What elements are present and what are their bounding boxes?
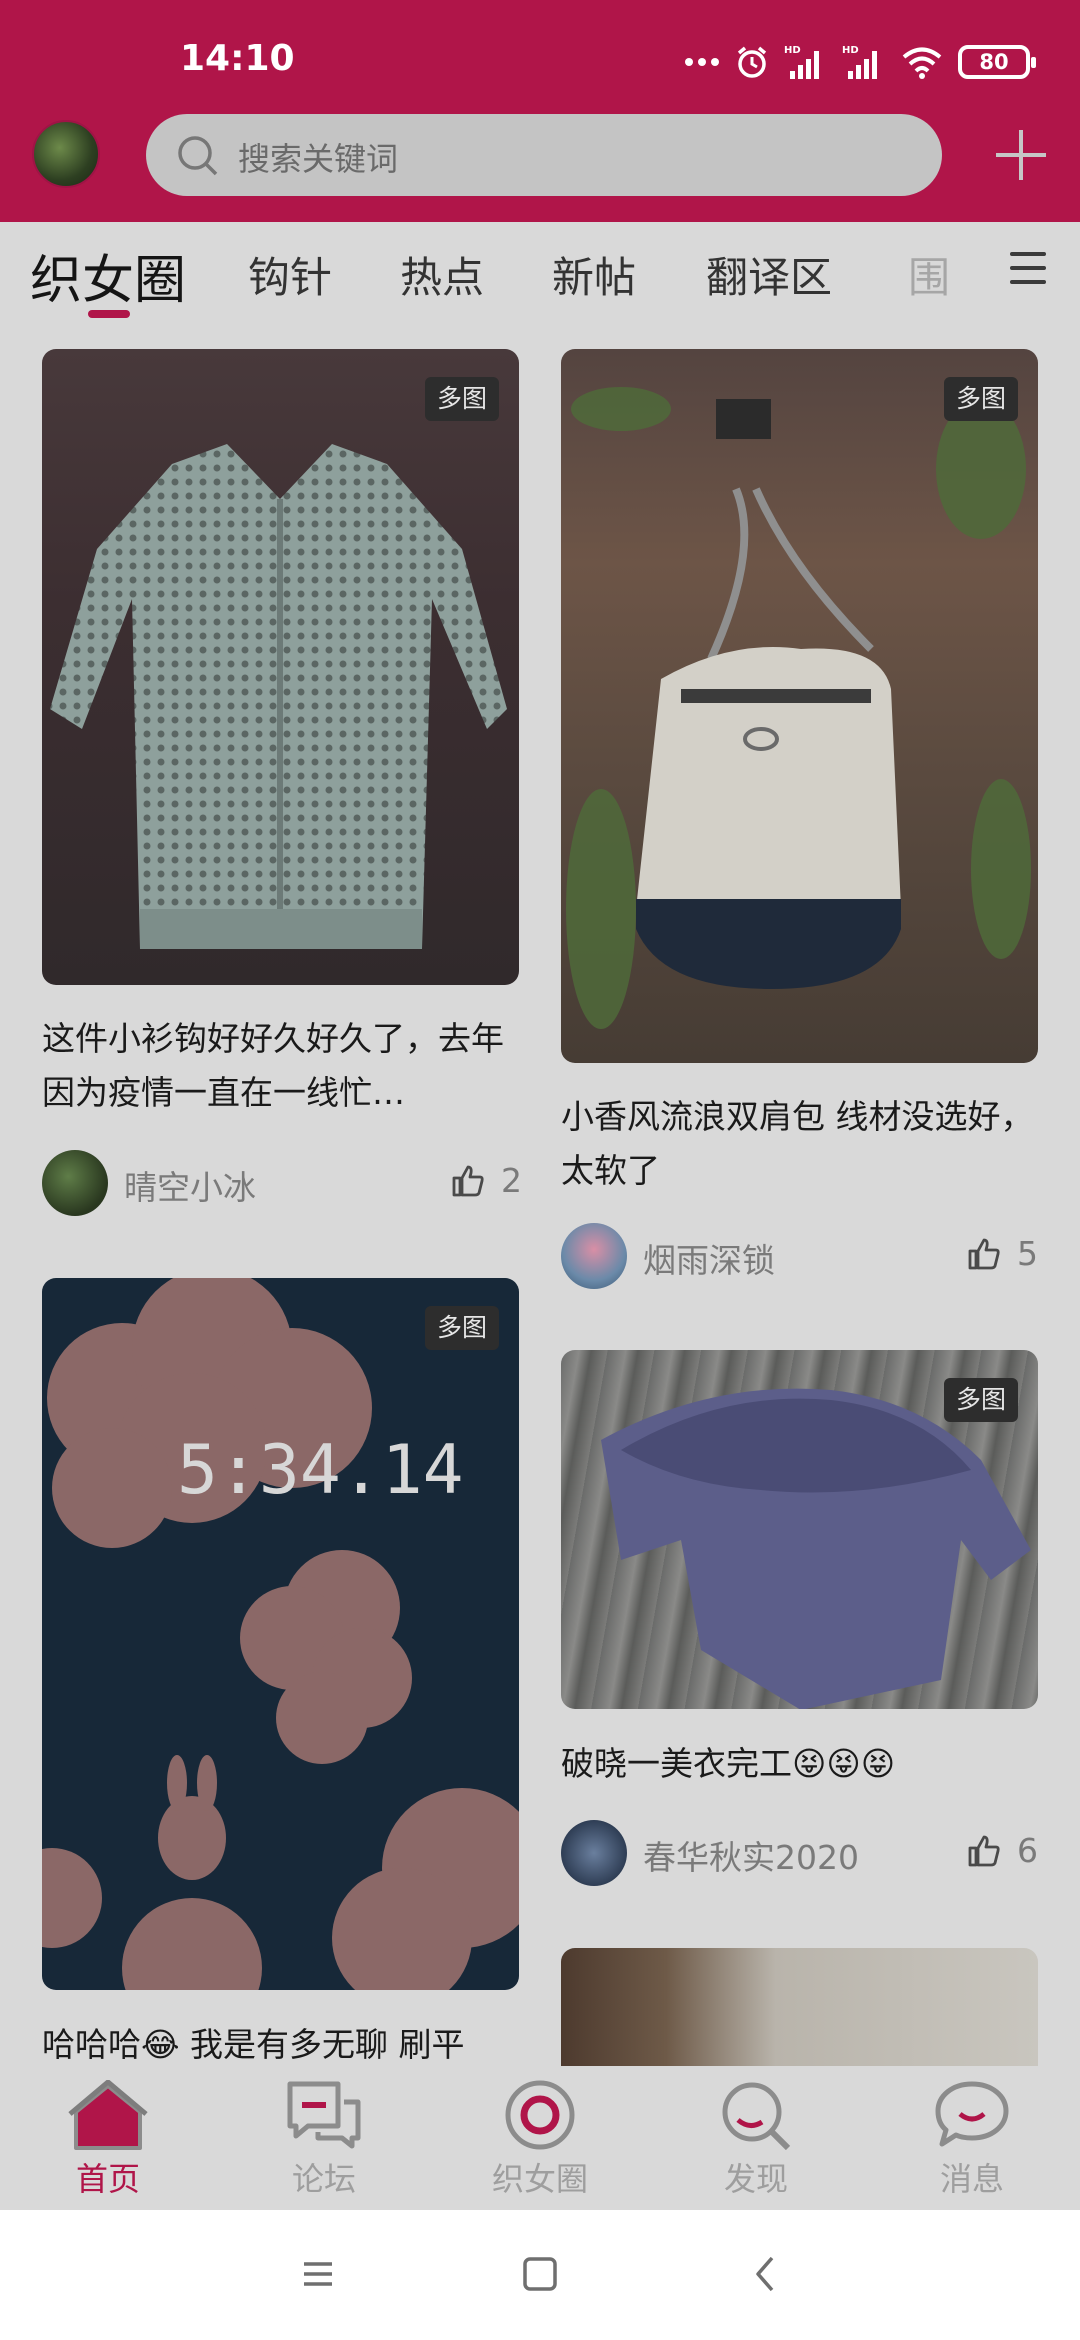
avatar[interactable]	[561, 1820, 627, 1886]
tab-redian[interactable]: 热点	[400, 244, 484, 305]
post-title[interactable]: 这件小衫钩好好久好久了，去年因为疫情一直在一线忙…	[42, 1012, 522, 1120]
tab-fanyiqu[interactable]: 翻译区	[706, 244, 832, 305]
thumbs-up-icon	[968, 1835, 1000, 1866]
like-button[interactable]: 6	[967, 1831, 1038, 1870]
like-button[interactable]: 2	[451, 1161, 522, 1200]
nav-zhinvquan[interactable]: 织女圈	[460, 2080, 620, 2200]
author-name[interactable]: 烟雨深锁	[643, 1234, 775, 1282]
multi-image-badge: 多图	[425, 1306, 499, 1350]
home-button-icon[interactable]	[522, 2254, 558, 2294]
home-icon	[68, 2080, 148, 2150]
app-screen: 14:10 HD HD 80 搜索关键词 织女圈 钩针 热点 新帖 翻译区 围	[0, 0, 1080, 2340]
post-title[interactable]: 哈哈哈😂 我是有多无聊 刷平	[42, 2018, 522, 2068]
post-title[interactable]: 小香风流浪双肩包 线材没选好，太软了	[561, 1090, 1041, 1198]
search-input[interactable]: 搜索关键词	[146, 114, 942, 196]
nav-label: 消息	[939, 2160, 1004, 2198]
post-image-cardigan[interactable]: 多图	[42, 349, 519, 985]
top-header: 14:10 HD HD 80 搜索关键词	[0, 0, 1080, 222]
like-button[interactable]: 5	[967, 1234, 1038, 1273]
author-row: 烟雨深锁 5	[561, 1223, 1038, 1289]
like-count: 6	[1017, 1831, 1038, 1870]
search-placeholder: 搜索关键词	[238, 140, 399, 178]
my-avatar[interactable]	[32, 120, 100, 188]
post-image-sweater[interactable]: 多图	[561, 1350, 1038, 1709]
wifi-icon	[902, 47, 942, 79]
recent-apps-icon[interactable]	[300, 2254, 336, 2294]
nav-label: 论坛	[291, 2160, 356, 2198]
svg-text:HD: HD	[842, 45, 859, 56]
message-icon	[935, 2081, 1009, 2147]
author-row: 春华秋实2020 6	[561, 1820, 1038, 1886]
clock-illustration: 5:34.14	[42, 1278, 519, 1990]
author-name[interactable]: 晴空小冰	[124, 1161, 256, 1209]
circle-icon	[505, 2080, 575, 2150]
status-time: 14:10	[180, 38, 295, 79]
battery-icon: 80	[958, 45, 1036, 79]
chat-bubbles-icon	[287, 2081, 361, 2149]
post-image-backpack[interactable]: 多图	[561, 349, 1038, 1063]
back-icon[interactable]	[748, 2254, 784, 2294]
add-post-button[interactable]	[988, 122, 1054, 188]
author-name[interactable]: 春华秋实2020	[643, 1831, 859, 1879]
tab-xintie[interactable]: 新帖	[552, 244, 636, 305]
nav-messages[interactable]: 消息	[892, 2080, 1052, 2200]
thumbs-up-icon	[968, 1238, 1000, 1269]
like-count: 2	[501, 1161, 522, 1200]
nav-label: 发现	[723, 2160, 788, 2198]
clock-time-text: 5:34.14	[177, 1431, 464, 1510]
tab-zhinvquan[interactable]: 织女圈	[30, 238, 186, 313]
avatar[interactable]	[561, 1223, 627, 1289]
cardigan-illustration	[50, 444, 507, 949]
multi-image-badge: 多图	[425, 377, 499, 421]
avatar[interactable]	[42, 1150, 108, 1216]
alarm-icon	[737, 46, 767, 78]
category-tabs: 织女圈 钩针 热点 新帖 翻译区 围	[0, 222, 1080, 332]
system-navigation-bar	[0, 2210, 1080, 2340]
post-image-clock[interactable]: 5:34.14 多图	[42, 1278, 519, 1990]
hd-signal-icon: HD	[842, 45, 877, 79]
nav-discover[interactable]: 发现	[676, 2080, 836, 2200]
post-title[interactable]: 破晓一美衣完工😝😝😝	[561, 1737, 1041, 1791]
search-icon	[722, 2082, 791, 2150]
hd-signal-icon: HD	[784, 45, 819, 79]
author-row: 晴空小冰 2	[42, 1150, 522, 1216]
active-tab-indicator	[88, 310, 130, 318]
nav-forum[interactable]: 论坛	[244, 2080, 404, 2200]
status-icons: HD HD 80	[684, 40, 1036, 84]
thumbs-up-icon	[452, 1165, 484, 1196]
multi-image-badge: 多图	[944, 1378, 1018, 1422]
nav-home[interactable]: 首页	[28, 2080, 188, 2200]
svg-text:HD: HD	[784, 45, 801, 56]
tab-more-partial[interactable]: 围	[908, 244, 950, 305]
menu-icon[interactable]	[1010, 252, 1046, 286]
search-icon	[178, 136, 218, 176]
like-count: 5	[1017, 1234, 1038, 1273]
nav-label: 织女圈	[491, 2160, 588, 2198]
tab-gouzhen[interactable]: 钩针	[248, 244, 332, 305]
nav-label: 首页	[75, 2160, 140, 2198]
more-dots-icon	[685, 58, 719, 66]
multi-image-badge: 多图	[944, 377, 1018, 421]
backpack-illustration	[566, 387, 1031, 1029]
bottom-navigation: 首页 论坛 织女圈 发现 消息	[0, 2066, 1080, 2210]
